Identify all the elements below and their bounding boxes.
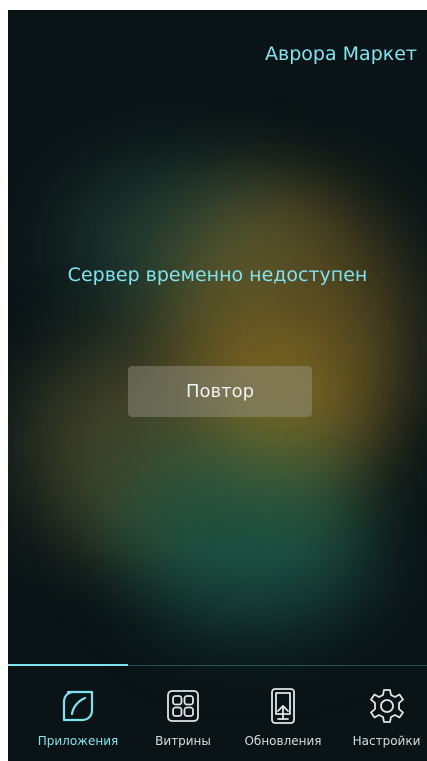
tab-label: Обновления — [244, 734, 322, 748]
app-screen: Аврора Маркет Сервер временно недоступен… — [8, 10, 427, 761]
error-message: Сервер временно недоступен — [67, 264, 368, 286]
grid-icon — [163, 686, 203, 726]
tab-apps[interactable]: Приложения — [28, 666, 128, 761]
tab-label: Приложения — [37, 734, 119, 748]
tab-settings[interactable]: Настройки — [346, 666, 427, 761]
background-glow — [68, 160, 298, 330]
background-glow — [158, 180, 408, 510]
bottom-tab-bar: Приложения Витрины Обновления Настройки — [8, 666, 427, 761]
tab-label: Витрины — [155, 734, 211, 748]
tab-updates[interactable]: Обновления — [233, 666, 333, 761]
background-glow — [108, 430, 368, 610]
tab-showcases[interactable]: Витрины — [143, 666, 223, 761]
leaf-icon — [58, 686, 98, 726]
retry-button[interactable]: Повтор — [128, 366, 312, 417]
tab-label: Настройки — [352, 734, 421, 748]
app-title: Аврора Маркет — [265, 43, 417, 65]
background-glow — [148, 510, 368, 640]
update-icon — [263, 686, 303, 726]
gear-icon — [367, 686, 407, 726]
